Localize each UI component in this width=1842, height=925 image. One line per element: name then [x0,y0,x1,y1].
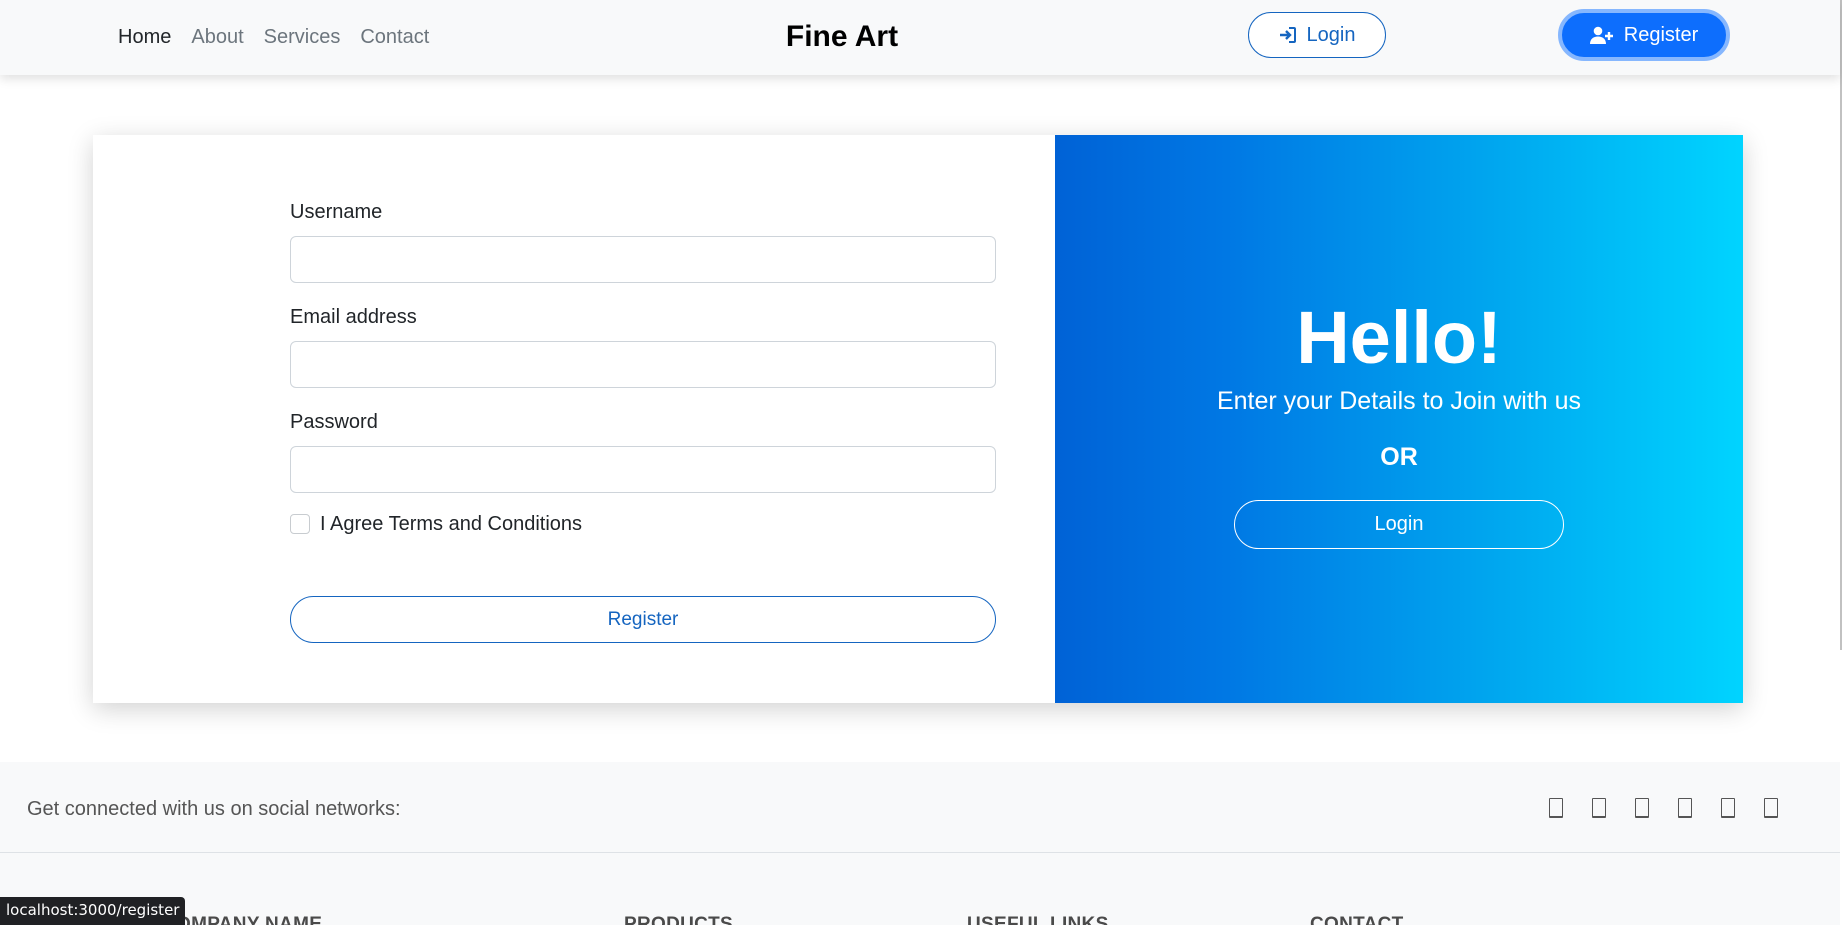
terms-label[interactable]: I Agree Terms and Conditions [320,511,582,537]
social-icons [1549,796,1778,818]
email-label: Email address [290,306,417,328]
social-icon-1[interactable] [1549,798,1563,818]
social-icon-6[interactable] [1764,798,1778,818]
password-label: Password [290,411,378,433]
footer-links: COMPANY NAME PRODUCTS USEFUL LINKS CONTA… [0,853,1840,925]
social-icon-5[interactable] [1721,798,1735,818]
footer-heading-useful-links: USEFUL LINKS [967,914,1109,925]
navbar: Home About Services Contact Fine Art Log… [0,0,1840,75]
social-text: Get connected with us on social networks… [27,798,401,820]
email-input[interactable] [290,341,996,388]
register-submit-button[interactable]: Register [290,596,996,643]
terms-row: I Agree Terms and Conditions [290,511,996,537]
promo-title: Hello! [1296,296,1502,379]
username-group: Username [290,199,996,283]
promo-subtitle: Enter your Details to Join with us [1216,387,1582,415]
nav-register-label: Register [1623,23,1699,46]
nav-login-button[interactable]: Login [1248,12,1386,58]
nav-login-label: Login [1306,23,1356,46]
sign-in-icon [1279,26,1297,44]
user-plus-icon [1589,26,1614,44]
register-form: Username Email address Password I Agree … [290,199,996,537]
password-input[interactable] [290,446,996,493]
email-group: Email address [290,304,996,388]
username-label: Username [290,201,383,223]
social-icon-3[interactable] [1635,798,1649,818]
username-input[interactable] [290,236,996,283]
footer-social-bar: Get connected with us on social networks… [0,762,1840,853]
nav-register-button[interactable]: Register [1558,9,1730,61]
footer-heading-contact: CONTACT [1310,914,1404,925]
footer-heading-company: COMPANY NAME [162,914,323,925]
terms-checkbox[interactable] [290,514,310,534]
password-group: Password [290,409,996,493]
brand-title[interactable]: Fine Art [0,18,1684,56]
social-icon-4[interactable] [1678,798,1692,818]
social-icon-2[interactable] [1592,798,1606,818]
register-card: Username Email address Password I Agree … [93,135,1743,703]
promo-or: OR [1380,443,1418,471]
promo-login-button[interactable]: Login [1234,500,1564,549]
footer-heading-products: PRODUCTS [624,914,734,925]
status-url-tooltip: localhost:3000/register [0,897,186,925]
promo-panel: Hello! Enter your Details to Join with u… [1055,135,1743,703]
